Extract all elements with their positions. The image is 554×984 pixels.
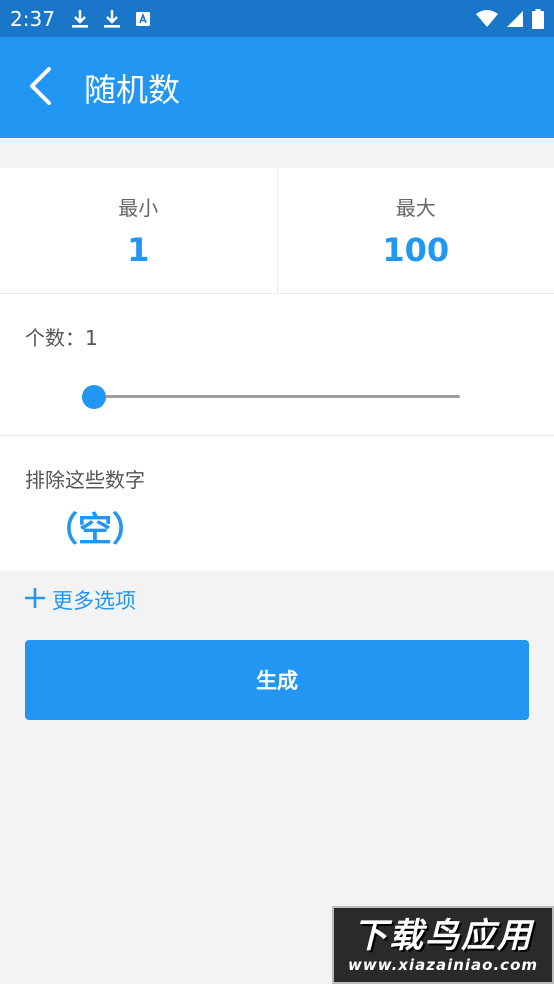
count-slider[interactable] <box>82 384 460 410</box>
max-value: 100 <box>382 231 450 269</box>
generate-button[interactable]: 生成 <box>25 640 529 720</box>
status-bar: 2:37 <box>0 0 554 37</box>
system-icons <box>476 8 544 29</box>
min-label: 最小 <box>118 196 159 220</box>
notification-icons <box>71 9 151 29</box>
max-field[interactable]: 最大 100 <box>276 168 554 293</box>
page-title: 随机数 <box>84 70 181 109</box>
chevron-left-icon <box>27 66 53 110</box>
watermark-url-text: www.xiazainiao.com <box>347 956 539 974</box>
download-icon <box>103 9 121 29</box>
range-card: 最小 1 最大 100 <box>0 168 554 293</box>
slider-track[interactable] <box>94 395 460 398</box>
battery-icon <box>532 8 544 29</box>
back-button[interactable] <box>0 37 80 138</box>
min-value: 1 <box>127 231 150 269</box>
exclude-label: 排除这些数字 <box>25 468 145 492</box>
exclude-value[interactable]: （空） <box>44 502 146 551</box>
slider-thumb[interactable] <box>82 385 106 409</box>
status-time: 2:37 <box>10 6 55 31</box>
more-options-label: 更多选项 <box>52 589 136 613</box>
watermark-logo: 下载鸟应用 www.xiazainiao.com <box>332 906 554 984</box>
watermark-main-text: 下载鸟应用 <box>353 916 533 956</box>
min-field[interactable]: 最小 1 <box>0 168 277 293</box>
exclude-card[interactable]: 排除这些数字 （空） <box>0 435 554 571</box>
more-options-link[interactable]: 更多选项 <box>24 585 136 615</box>
download-icon <box>71 9 89 29</box>
wifi-icon <box>476 9 498 28</box>
plus-icon <box>24 587 46 614</box>
app-bar: 随机数 <box>0 37 554 138</box>
max-label: 最大 <box>395 196 436 220</box>
signal-icon <box>506 10 524 28</box>
count-label: 个数：1 <box>25 326 98 350</box>
text-icon <box>135 11 151 27</box>
count-card: 个数：1 <box>0 293 554 435</box>
